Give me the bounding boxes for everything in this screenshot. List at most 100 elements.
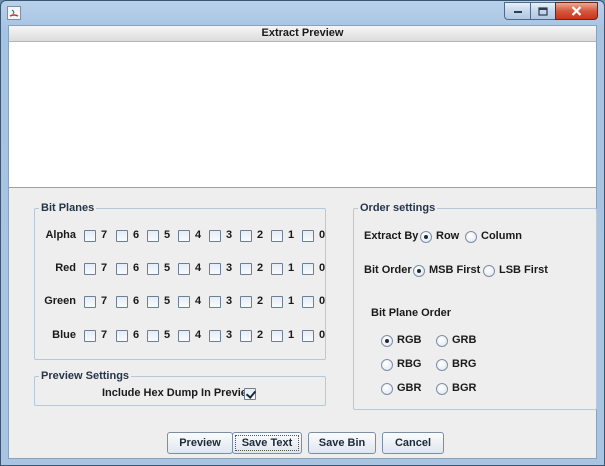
bit-plane-bit-label: 2: [257, 262, 264, 274]
bit-plane-bit-label: 4: [195, 229, 202, 241]
bit-plane-bit-label: 2: [257, 329, 264, 341]
bit-plane-checkbox[interactable]: [84, 263, 96, 275]
bit-plane-checkbox[interactable]: [209, 296, 221, 308]
bit-plane-checkbox[interactable]: [240, 296, 252, 308]
bit-plane-bit-label: 3: [226, 329, 233, 341]
bit-plane-bit-label: 0: [319, 295, 326, 307]
bit-plane-order-option-label[interactable]: RBG: [397, 358, 421, 370]
bit-plane-checkbox[interactable]: [84, 296, 96, 308]
bit-plane-checkbox[interactable]: [178, 330, 190, 342]
bit-plane-bit-label: 7: [101, 229, 108, 241]
bit-plane-bit-label: 7: [101, 262, 108, 274]
bit-plane-checkbox[interactable]: [302, 296, 314, 308]
bit-order-label: Bit Order: [364, 264, 412, 276]
bit-planes-legend: Bit Planes: [39, 201, 97, 215]
bit-plane-order-radio[interactable]: [381, 383, 393, 395]
bit-plane-checkbox[interactable]: [271, 263, 283, 275]
bit-plane-checkbox[interactable]: [178, 296, 190, 308]
bit-plane-order-radio[interactable]: [381, 359, 393, 371]
save-bin-button[interactable]: Save Bin: [308, 432, 376, 454]
bit-plane-checkbox[interactable]: [116, 230, 128, 242]
bit-plane-checkbox[interactable]: [116, 263, 128, 275]
bit-plane-bit-label: 6: [133, 229, 140, 241]
cancel-button[interactable]: Cancel: [382, 432, 444, 454]
bit-order-lsb-label[interactable]: LSB First: [499, 264, 548, 276]
bit-plane-checkbox[interactable]: [84, 230, 96, 242]
bit-plane-checkbox[interactable]: [147, 263, 159, 275]
bit-plane-order-radio[interactable]: [436, 383, 448, 395]
bit-order-msb-radio[interactable]: [413, 265, 425, 277]
bit-plane-order-option-label[interactable]: GBR: [397, 382, 421, 394]
bit-plane-bit-label: 5: [164, 329, 171, 341]
bit-plane-order-radio[interactable]: [436, 359, 448, 371]
bit-plane-checkbox[interactable]: [147, 296, 159, 308]
extract-by-label: Extract By: [364, 230, 419, 242]
bit-order-msb-label[interactable]: MSB First: [429, 264, 480, 276]
bit-plane-bit-label: 7: [101, 295, 108, 307]
extract-by-column-radio[interactable]: [465, 231, 477, 243]
bit-plane-checkbox[interactable]: [84, 330, 96, 342]
title-bar[interactable]: [1, 1, 604, 25]
bit-plane-bit-label: 3: [226, 295, 233, 307]
minimize-icon: [513, 11, 522, 13]
bit-plane-checkbox[interactable]: [240, 230, 252, 242]
order-settings-legend: Order settings: [358, 201, 438, 215]
bit-plane-bit-label: 5: [164, 295, 171, 307]
bit-plane-bit-label: 4: [195, 262, 202, 274]
bit-plane-order-option-label[interactable]: BGR: [452, 382, 476, 394]
java-app-icon-glyph: [9, 9, 19, 17]
save-text-button[interactable]: Save Text: [232, 432, 302, 454]
bit-plane-order-option-label[interactable]: BRG: [452, 358, 476, 370]
minimize-button[interactable]: [504, 2, 530, 20]
bit-plane-checkbox[interactable]: [116, 330, 128, 342]
bit-plane-checkbox[interactable]: [271, 296, 283, 308]
bit-plane-checkbox[interactable]: [240, 263, 252, 275]
bit-plane-checkbox[interactable]: [271, 330, 283, 342]
dialog-content: Extract Preview Bit Planes Alpha 7 6 5 4 3 2 1 0…: [8, 25, 597, 459]
extract-by-column-label[interactable]: Column: [481, 230, 522, 242]
bit-plane-checkbox[interactable]: [302, 330, 314, 342]
maximize-button[interactable]: [530, 2, 555, 20]
bit-plane-bit-label: 3: [226, 262, 233, 274]
bit-plane-checkbox[interactable]: [209, 263, 221, 275]
bit-plane-order-radio[interactable]: [436, 335, 448, 347]
extract-by-row-radio[interactable]: [420, 231, 432, 243]
order-settings-panel: Order settings Extract By Row Column Bit…: [353, 201, 597, 410]
bit-plane-order-radio[interactable]: [381, 335, 393, 347]
bit-order-lsb-radio[interactable]: [483, 265, 495, 277]
bit-plane-order-option-label[interactable]: RGB: [397, 334, 421, 346]
bit-plane-bit-label: 1: [288, 262, 295, 274]
bit-plane-bit-label: 2: [257, 295, 264, 307]
extract-preview-area[interactable]: [9, 42, 596, 188]
preview-settings-legend: Preview Settings: [39, 369, 132, 383]
bit-plane-checkbox[interactable]: [240, 330, 252, 342]
bit-plane-bit-label: 6: [133, 329, 140, 341]
bit-plane-checkbox[interactable]: [271, 230, 283, 242]
close-icon: [571, 6, 582, 16]
bit-plane-bit-label: 1: [288, 329, 295, 341]
bit-plane-checkbox[interactable]: [116, 296, 128, 308]
bit-plane-order-option-label[interactable]: GRB: [452, 334, 476, 346]
preview-button[interactable]: Preview: [167, 432, 233, 454]
bit-plane-checkbox[interactable]: [302, 230, 314, 242]
hex-dump-label: Include Hex Dump In Preview: [102, 387, 256, 399]
bit-plane-bit-label: 7: [101, 329, 108, 341]
bit-plane-bit-label: 1: [288, 295, 295, 307]
bit-plane-row-label: Blue: [52, 329, 76, 341]
bit-plane-bit-label: 5: [164, 229, 171, 241]
close-button[interactable]: [555, 2, 598, 20]
bit-plane-checkbox[interactable]: [302, 263, 314, 275]
bit-plane-bit-label: 6: [133, 295, 140, 307]
bit-plane-checkbox[interactable]: [147, 230, 159, 242]
bit-plane-checkbox[interactable]: [178, 230, 190, 242]
bit-plane-row-label: Red: [55, 262, 76, 274]
bit-plane-bit-label: 0: [319, 229, 326, 241]
bit-plane-checkbox[interactable]: [209, 230, 221, 242]
bit-plane-checkbox[interactable]: [209, 330, 221, 342]
hex-dump-checkbox[interactable]: [244, 388, 256, 400]
extract-by-row-label[interactable]: Row: [436, 230, 459, 242]
bit-plane-order-label: Bit Plane Order: [371, 307, 452, 319]
bit-plane-checkbox[interactable]: [178, 263, 190, 275]
java-app-icon[interactable]: [7, 6, 21, 20]
bit-plane-checkbox[interactable]: [147, 330, 159, 342]
